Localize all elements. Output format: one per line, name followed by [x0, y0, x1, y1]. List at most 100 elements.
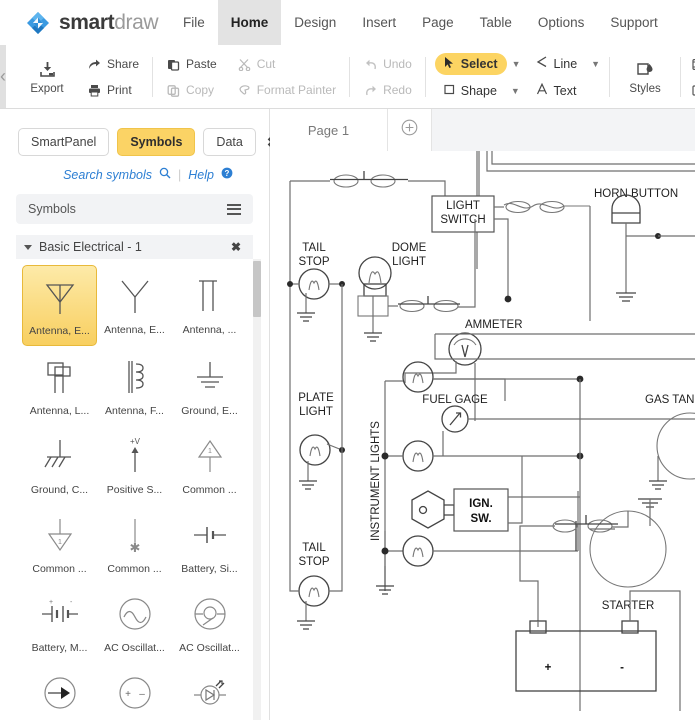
share-label: Share: [107, 57, 140, 71]
ribbon-group-styles: Styles: [610, 45, 680, 109]
diagram-canvas[interactable]: LIGHT SWITCH HORN BUTTON TAIL STOP DOME …: [270, 151, 695, 720]
symbols-scrollbar-thumb[interactable]: [253, 261, 261, 317]
line-dropdown-caret-icon[interactable]: ▼: [591, 59, 600, 69]
symbol-label: Battery, M...: [31, 642, 88, 654]
brand-light: draw: [114, 10, 159, 34]
symbol-category-row[interactable]: Basic Electrical - 1 ✖: [16, 235, 253, 259]
symbol-label: Antenna, E...: [29, 325, 90, 337]
tab-data[interactable]: Data: [203, 128, 256, 156]
symbol-item-ac-oscillator-sine[interactable]: AC Oscillat...: [97, 583, 172, 662]
symbol-item-ground-earth[interactable]: Ground, E...: [172, 346, 247, 425]
ground-earth-icon: [189, 352, 231, 402]
brand-bold: smart: [59, 10, 115, 34]
menu-item-file[interactable]: File: [170, 0, 218, 45]
svg-text:+V: +V: [129, 437, 140, 446]
menu-item-page[interactable]: Page: [409, 0, 467, 45]
tail-stop-bottom-label-line2: STOP: [298, 556, 329, 568]
symbol-category-label: Basic Electrical - 1: [39, 240, 142, 254]
symbol-label: Ground, C...: [30, 484, 89, 496]
magnifier-icon[interactable]: [159, 167, 171, 182]
symbol-label: Antenna, F...: [105, 405, 164, 417]
line-tool-button[interactable]: Line: [527, 53, 587, 75]
symbol-item-antenna-bar[interactable]: Antenna, ...: [172, 265, 247, 346]
svg-text:✱: ✱: [129, 540, 140, 555]
tail-stop-bottom-label-line1: TAIL: [302, 542, 326, 554]
antenna-bar-icon: [189, 271, 231, 321]
common-asterisk-icon: ✱: [114, 510, 156, 560]
menu-item-design[interactable]: Design: [281, 0, 349, 45]
category-close-icon[interactable]: ✖: [231, 240, 241, 254]
symbol-item-constant-voltage[interactable]: +– Constant V...: [97, 662, 172, 720]
menu-item-table[interactable]: Table: [467, 0, 525, 45]
symbol-item-common-asterisk[interactable]: ✱ Common ...: [97, 504, 172, 583]
horn-button-label: HORN BUTTON: [594, 188, 678, 200]
symbol-item-ground-chassis[interactable]: Ground, C...: [22, 425, 97, 504]
shape-tool-button[interactable]: Shape: [435, 80, 506, 102]
cut-button[interactable]: Cut: [233, 54, 340, 75]
format-painter-button[interactable]: Format Painter: [233, 80, 340, 101]
hamburger-menu-icon[interactable]: [227, 203, 241, 215]
app-logo[interactable]: smartdraw: [0, 11, 170, 35]
symbols-scrollbar-track[interactable]: [253, 259, 261, 720]
svg-text:?: ?: [225, 169, 230, 178]
tail-stop-top-label-line2: STOP: [298, 256, 329, 268]
paste-button[interactable]: Paste: [162, 54, 221, 75]
ammeter-label: AMMETER: [465, 319, 523, 331]
page-tab-page-1[interactable]: Page 1: [270, 109, 388, 151]
question-circle-icon[interactable]: ?: [221, 167, 233, 182]
menu-item-support[interactable]: Support: [597, 0, 670, 45]
menu-item-options[interactable]: Options: [525, 0, 598, 45]
battery-multi-cell-icon: + -: [39, 589, 81, 639]
select-dropdown-caret-icon[interactable]: ▼: [512, 59, 521, 69]
add-page-button[interactable]: [388, 109, 432, 151]
antenna-dipole-triangle-icon: [39, 272, 81, 322]
styles-label: Styles: [629, 82, 661, 95]
tab-symbols[interactable]: Symbols: [117, 128, 196, 156]
help-link[interactable]: Help: [188, 168, 214, 182]
symbol-item-battery-multi[interactable]: + - Battery, M...: [22, 583, 97, 662]
symbol-item-common-triangle-down[interactable]: 1 Common ...: [22, 504, 97, 583]
symbol-item-antenna-ferrite[interactable]: Antenna, F...: [97, 346, 172, 425]
line-style-button[interactable]: Line: [687, 80, 695, 101]
export-button[interactable]: Export: [21, 60, 73, 95]
print-button[interactable]: Print: [83, 80, 143, 101]
antenna-ferrite-icon: [114, 352, 156, 402]
themes-button[interactable]: Themes: [687, 54, 695, 75]
symbol-item-antenna-e-1[interactable]: Antenna, E...: [22, 265, 97, 346]
cut-label: Cut: [256, 57, 276, 71]
line-label: Line: [553, 56, 578, 71]
symbol-item-solar-cell[interactable]: Solar Cell: [172, 662, 247, 720]
page-tab-bar: Page 1: [270, 109, 695, 151]
tab-smartpanel[interactable]: SmartPanel: [18, 128, 110, 156]
styles-button[interactable]: Styles: [619, 60, 671, 95]
symbols-grid-wrapper: Antenna, E... Antenna, E... Antenna, ...: [0, 259, 269, 720]
symbol-item-constant-current[interactable]: Constant ...: [22, 662, 97, 720]
symbol-item-common-triangle-up[interactable]: 1 Common ...: [172, 425, 247, 504]
select-label: Select: [460, 56, 498, 71]
redo-button[interactable]: Redo: [359, 80, 416, 101]
svg-text:–: –: [139, 689, 145, 700]
menu-items: File Home Design Insert Page Table Optio…: [170, 0, 671, 45]
menu-item-insert[interactable]: Insert: [349, 0, 409, 45]
symbol-item-ac-oscillator-arrow[interactable]: AC Oscillat...: [172, 583, 247, 662]
page-bar-filler: [432, 109, 695, 151]
copy-button[interactable]: Copy: [162, 80, 221, 101]
symbol-item-battery-single[interactable]: Battery, Si...: [172, 504, 247, 583]
symbol-item-positive-supply[interactable]: +V Positive S...: [97, 425, 172, 504]
triangle-down-icon[interactable]: [24, 244, 32, 250]
menu-item-home[interactable]: Home: [217, 0, 282, 45]
copy-icon: [166, 83, 181, 98]
undo-arrow-icon: [363, 57, 378, 72]
symbol-item-antenna-loop[interactable]: Antenna, L...: [22, 346, 97, 425]
shape-dropdown-caret-icon[interactable]: ▼: [511, 86, 520, 96]
plate-light-label-line1: PLATE: [298, 392, 334, 404]
undo-button[interactable]: Undo: [359, 54, 416, 75]
antenna-loop-icon: [39, 352, 81, 402]
symbol-item-antenna-e-2[interactable]: Antenna, E...: [97, 265, 172, 346]
select-tool-button[interactable]: Select: [434, 52, 507, 75]
search-symbols-link[interactable]: Search symbols: [63, 168, 152, 182]
text-tool-button[interactable]: Text: [527, 80, 586, 102]
tail-stop-top-label-line1: TAIL: [302, 242, 326, 254]
constant-current-source-icon: [39, 668, 81, 718]
share-button[interactable]: Share: [83, 54, 143, 75]
